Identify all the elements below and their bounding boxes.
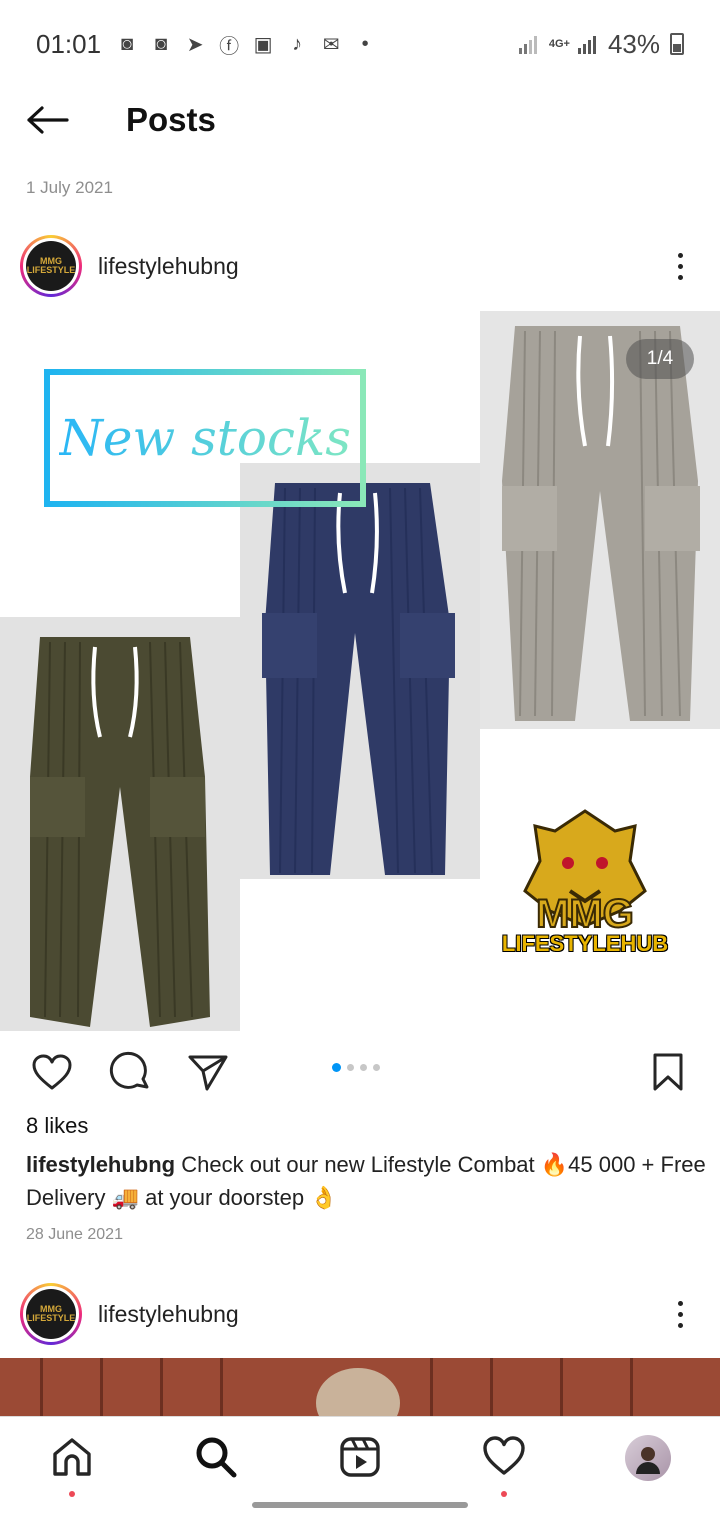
more-options-button[interactable]	[660, 1294, 700, 1334]
carousel-dot	[347, 1064, 354, 1071]
carousel-dot	[373, 1064, 380, 1071]
avatar-frame: MMG LIFESTYLE	[23, 238, 79, 294]
wood-plank	[100, 1358, 103, 1416]
more-options-button[interactable]	[660, 246, 700, 286]
next-post-image[interactable]	[0, 1358, 720, 1416]
music-icon: ♪	[292, 32, 303, 55]
carousel-dot-active	[332, 1063, 341, 1072]
more-dot	[677, 263, 683, 269]
avatar-logo: MMG LIFESTYLE	[26, 241, 76, 291]
next-post-header: MMG LIFESTYLE lifestylehubng	[0, 1276, 720, 1352]
more-dot	[677, 252, 683, 258]
battery-icon	[670, 33, 684, 55]
reels-icon	[340, 1437, 380, 1477]
like-count[interactable]: 8 likes	[26, 1113, 88, 1139]
collage-panel-navy-pants	[240, 463, 480, 879]
collage-panel-green-pants	[0, 617, 240, 1031]
discord-icon: ◙	[155, 32, 168, 55]
telegram-icon: ➤	[186, 33, 204, 56]
save-button[interactable]	[644, 1048, 692, 1096]
feed-date-label: 1 July 2021	[26, 178, 113, 197]
send-icon	[188, 1055, 228, 1091]
wood-plank	[630, 1358, 633, 1416]
heart-icon	[483, 1436, 525, 1475]
avatar[interactable]: MMG LIFESTYLE	[20, 235, 82, 297]
dot-icon: •	[361, 32, 369, 55]
facebook-icon: ▣	[253, 33, 273, 56]
nav-home[interactable]	[44, 1435, 100, 1497]
avatar[interactable]: MMG LIFESTYLE	[20, 1283, 82, 1345]
status-time: 01:01	[36, 28, 102, 59]
more-dot	[677, 1300, 683, 1306]
banner-text: New stocks	[59, 409, 351, 467]
more-dot	[677, 1311, 683, 1317]
wood-plank	[220, 1358, 223, 1416]
wood-plank	[560, 1358, 563, 1416]
discord-icon: ◙	[121, 32, 134, 55]
status-bar: 01:01 ◙ ◙ ➤ ⓕ ▣ ♪ ✉ • 4G+ 43%	[0, 0, 720, 88]
wood-plank	[490, 1358, 493, 1416]
like-button[interactable]	[28, 1048, 76, 1096]
notification-icons: ◙ ◙ ➤ ⓕ ▣ ♪ ✉ •	[115, 32, 377, 58]
more-dot	[677, 1322, 683, 1328]
brand-text: LIFESTYLEHUB	[501, 931, 669, 956]
bookmark-icon	[653, 1053, 683, 1091]
person-head	[316, 1368, 400, 1416]
nav-reels[interactable]	[332, 1435, 388, 1495]
home-indicator[interactable]	[252, 1502, 468, 1508]
carousel-indicator	[332, 1063, 380, 1072]
wood-plank	[160, 1358, 163, 1416]
notification-dot	[69, 1491, 75, 1497]
nav-search[interactable]	[188, 1435, 244, 1495]
avatar-logo: MMG LIFESTYLE	[26, 1289, 76, 1339]
nav-profile[interactable]	[620, 1435, 676, 1495]
comment-icon	[109, 1051, 149, 1089]
arrow-left-icon	[27, 106, 69, 134]
battery-percent: 43%	[607, 28, 660, 59]
post-image[interactable]: New stocks 1/4 MMG LIFESTYLEHUB	[0, 311, 720, 1031]
wood-plank	[40, 1358, 43, 1416]
post-actions	[0, 1040, 720, 1104]
signal-icon	[577, 36, 596, 54]
post-date: 28 June 2021	[26, 1226, 123, 1243]
post-header: MMG LIFESTYLE lifestylehubng	[0, 228, 720, 304]
back-button[interactable]	[0, 88, 96, 152]
share-button[interactable]	[184, 1048, 232, 1096]
comment-button[interactable]	[106, 1048, 154, 1096]
navy-pants-image	[262, 483, 455, 875]
heart-icon	[32, 1054, 72, 1090]
nav-activity[interactable]	[476, 1435, 532, 1497]
carousel-dot	[360, 1064, 367, 1071]
user-avatar-icon	[636, 1447, 660, 1474]
notification-dot	[501, 1491, 507, 1497]
caption-username[interactable]: lifestylehubng	[26, 1152, 175, 1177]
green-pants-image	[30, 637, 210, 1027]
search-icon	[196, 1437, 237, 1478]
signal-icon	[518, 36, 537, 54]
home-icon	[53, 1438, 91, 1476]
top-header: Posts	[0, 88, 720, 152]
post-username[interactable]: lifestylehubng	[98, 1301, 239, 1328]
mail-icon: ✉	[322, 33, 340, 56]
wood-plank	[430, 1358, 433, 1416]
system-icons: 4G+ 43%	[518, 28, 684, 60]
post-username[interactable]: lifestylehubng	[98, 253, 239, 280]
facebook-icon: ⓕ	[219, 35, 240, 58]
profile-avatar	[625, 1435, 671, 1481]
more-dot	[677, 274, 683, 280]
post-caption: lifestylehubng Check out our new Lifesty…	[26, 1148, 706, 1214]
carousel-counter: 1/4	[626, 339, 694, 379]
network-type: 4G+	[548, 38, 570, 50]
logo-text: MMG	[536, 892, 634, 936]
page-title: Posts	[126, 101, 216, 138]
new-stocks-banner: New stocks	[44, 369, 366, 507]
avatar-frame: MMG LIFESTYLE	[23, 1286, 79, 1342]
